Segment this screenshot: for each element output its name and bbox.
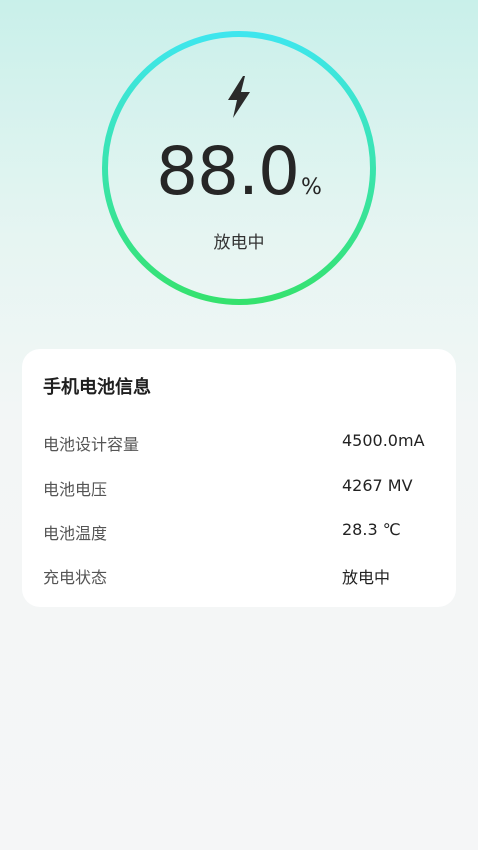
info-label: 电池温度 bbox=[43, 524, 108, 543]
lightning-bolt-icon bbox=[228, 76, 250, 118]
info-label: 电池设计容量 bbox=[43, 435, 140, 454]
info-row-voltage: 电池电压 4267 MV bbox=[43, 476, 456, 500]
info-value: 4500.0mA bbox=[342, 431, 425, 450]
info-row-design-capacity: 电池设计容量 4500.0mA bbox=[43, 431, 456, 455]
info-row-temperature: 电池温度 28.3 ℃ bbox=[43, 520, 456, 544]
battery-info-card: 手机电池信息 电池设计容量 4500.0mA 电池电压 4267 MV 电池温度… bbox=[22, 349, 456, 607]
info-label: 充电状态 bbox=[43, 568, 108, 587]
battery-percent: 88.0% bbox=[100, 133, 378, 210]
battery-percent-value: 88.0 bbox=[156, 133, 300, 210]
info-value: 28.3 ℃ bbox=[342, 520, 401, 539]
info-row-charge-status: 充电状态 放电中 bbox=[43, 564, 456, 588]
info-value: 放电中 bbox=[342, 568, 391, 587]
info-value: 4267 MV bbox=[342, 476, 413, 495]
card-title: 手机电池信息 bbox=[43, 377, 151, 398]
battery-percent-unit: % bbox=[301, 175, 322, 200]
battery-gauge: 88.0% 放电中 bbox=[100, 29, 378, 307]
battery-status-text: 放电中 bbox=[213, 233, 265, 253]
info-label: 电池电压 bbox=[43, 480, 108, 499]
